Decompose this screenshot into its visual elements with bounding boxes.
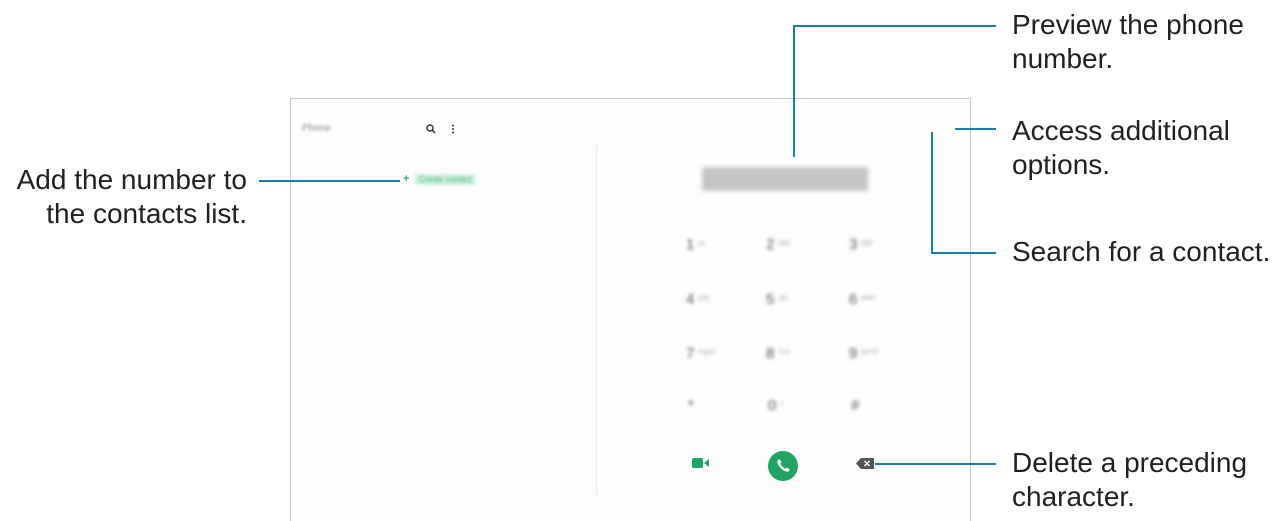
call-button[interactable] [768, 451, 798, 481]
callout-line-options [955, 128, 996, 130]
callout-options: Access additional options. [1012, 115, 1230, 180]
search-icon[interactable] [426, 124, 436, 134]
callout-line-search [931, 132, 933, 254]
dialer-screen: Phone + Create contact 1 oo 2 ABC 3 DEF … [290, 98, 971, 521]
callout-line-preview [793, 25, 795, 157]
keypad-key-7[interactable]: 7 PQRS [686, 343, 726, 363]
callout-delete: Delete a preceding character. [1012, 447, 1248, 512]
number-preview-field [702, 167, 868, 191]
keypad-key-6[interactable]: 6 MNO [849, 289, 889, 309]
create-contact-label: Create contact [415, 173, 476, 185]
plus-icon: + [403, 173, 410, 185]
keypad-key-hash[interactable]: # [851, 395, 891, 415]
keypad-key-0[interactable]: 0 + [768, 395, 808, 415]
keypad-key-star[interactable]: * [688, 395, 728, 415]
keypad-key-2[interactable]: 2 ABC [766, 234, 806, 254]
keypad-key-3[interactable]: 3 DEF [849, 234, 889, 254]
more-options-icon[interactable] [451, 124, 455, 134]
callout-line-add [259, 180, 400, 182]
callout-line-delete [875, 463, 996, 465]
keypad-key-4[interactable]: 4 GHI [686, 289, 726, 309]
callout-search: Search for a contact. [1012, 236, 1271, 267]
video-call-icon[interactable] [692, 457, 710, 469]
keypad-key-8[interactable]: 8 TUV [766, 343, 806, 363]
backspace-icon[interactable] [856, 458, 874, 469]
keypad-key-9[interactable]: 9 WXYZ [849, 343, 889, 363]
pane-divider [596, 145, 597, 495]
create-contact-button[interactable]: + Create contact [403, 172, 476, 186]
keypad-key-5[interactable]: 5 JKL [766, 289, 806, 309]
callout-line-preview-h [793, 25, 996, 27]
callout-preview: Preview the phone number. [1012, 9, 1244, 74]
keypad-key-1[interactable]: 1 oo [686, 234, 726, 254]
app-title: Phone [302, 123, 331, 134]
callout-add-contact: Add the number to the contacts list. [16, 164, 247, 229]
callout-line-search-h [931, 252, 996, 254]
